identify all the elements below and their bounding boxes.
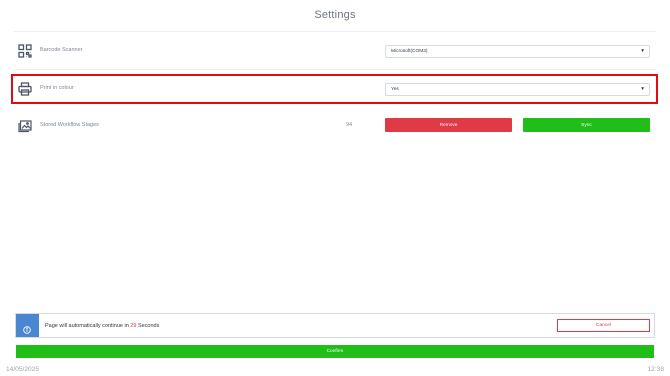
stored-workflow-stages-label: Stored Workflow Stages [40, 122, 99, 128]
barcode-scanner-select[interactable]: Microsoft(COM3) ▼ [385, 45, 650, 58]
print-in-colour-select[interactable]: Yes ▼ [385, 83, 650, 96]
setting-row-barcode-scanner: Barcode Scanner Microsoft(COM3) ▼ [14, 40, 656, 64]
remove-button[interactable]: Remove [385, 118, 512, 132]
message-prefix: Page will automatically continue in [45, 323, 131, 329]
row-divider [14, 69, 656, 70]
cancel-button[interactable]: Cancel [557, 319, 650, 332]
chevron-down-icon: ▼ [640, 49, 645, 54]
title-divider [14, 31, 656, 32]
info-icon [23, 321, 31, 334]
print-in-colour-label: Print in colour [40, 85, 74, 91]
barcode-scanner-label: Barcode Scanner [40, 47, 83, 53]
page-title: Settings [314, 9, 356, 21]
setting-row-print-in-colour: Print in colour Yes ▼ [14, 78, 656, 102]
print-in-colour-value: Yes [391, 87, 399, 92]
settings-page: Settings Barcode Scanner Microsoft(COM3)… [0, 0, 670, 376]
auto-continue-notice: Page will automatically continue in 29 S… [15, 313, 655, 338]
stored-workflow-stages-count: 94 [346, 122, 353, 128]
image-stack-icon [18, 119, 32, 133]
setting-row-stored-workflow-stages: Stored Workflow Stages 94 Remove Sync [14, 115, 656, 139]
barcode-scanner-value: Microsoft(COM3) [391, 49, 428, 54]
sync-button[interactable]: Sync [523, 118, 650, 132]
footer-date: 14/05/2025 [6, 366, 40, 373]
qr-code-icon [18, 44, 32, 58]
confirm-button[interactable]: Confirm [16, 345, 654, 358]
message-suffix: Seconds [136, 323, 160, 329]
printer-icon [18, 82, 32, 96]
footer-time: 12:38 [647, 366, 664, 373]
chevron-down-icon: ▼ [640, 87, 645, 92]
auto-continue-message: Page will automatically continue in 29 S… [45, 323, 159, 329]
info-block [16, 314, 39, 337]
